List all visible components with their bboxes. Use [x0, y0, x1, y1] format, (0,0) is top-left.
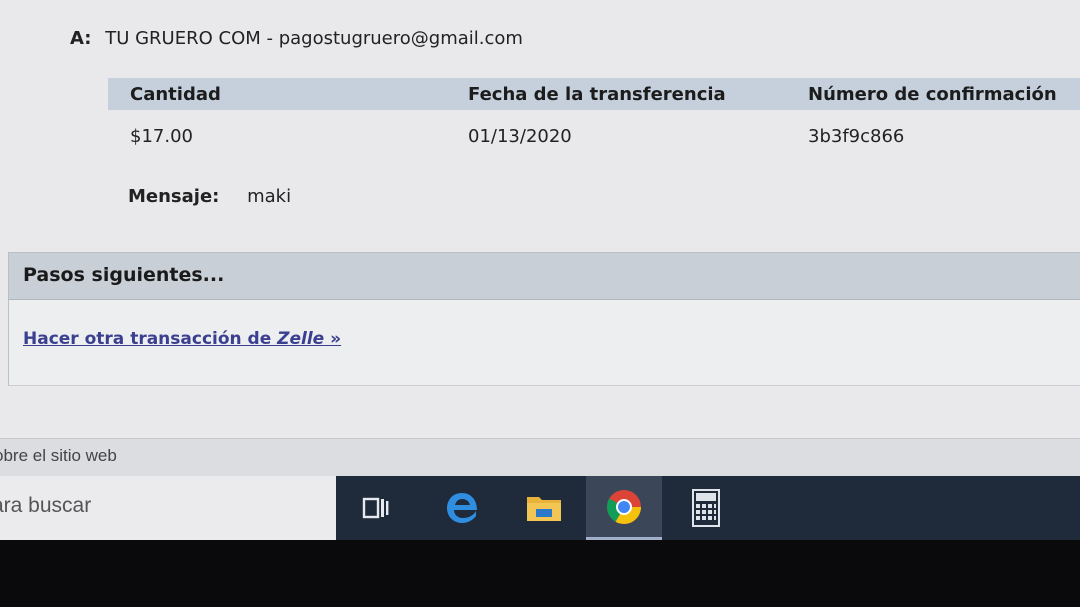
footer-bar: obre el sitio web	[0, 438, 1080, 477]
recipient-label: A:	[70, 28, 92, 49]
file-explorer-icon	[527, 497, 561, 521]
monitor-bezel	[0, 540, 1080, 607]
next-steps-panel: Pasos siguientes... Hacer otra transacci…	[8, 252, 1080, 386]
date-value: 01/13/2020	[468, 126, 572, 147]
taskbar-search-box[interactable]: ara buscar	[0, 476, 336, 540]
message-value: maki	[247, 186, 292, 207]
edge-icon	[447, 493, 477, 523]
another-zelle-transaction-link[interactable]: Hacer otra transacción de Zelle »	[23, 329, 341, 349]
column-header-amount: Cantidad	[130, 84, 221, 105]
message-label: Mensaje:	[128, 186, 220, 207]
next-steps-header: Pasos siguientes...	[9, 253, 1080, 300]
amount-value: $17.00	[130, 126, 193, 147]
next-steps-title: Pasos siguientes...	[23, 264, 225, 286]
chrome-icon	[607, 489, 641, 524]
transfer-table-header: Cantidad Fecha de la transferencia Númer…	[108, 78, 1080, 110]
calculator-button[interactable]	[668, 476, 744, 540]
taskbar-search-placeholder: ara buscar	[0, 494, 92, 517]
task-view-button[interactable]	[338, 476, 414, 540]
windows-taskbar: ara buscar	[0, 476, 1080, 540]
browser-content: A: TU GRUERO COM - pagostugruero@gmail.c…	[0, 0, 1080, 540]
link-text-suffix: »	[324, 329, 342, 349]
calculator-icon	[692, 489, 720, 527]
about-site-link[interactable]: obre el sitio web	[0, 446, 117, 466]
chrome-button[interactable]	[586, 476, 662, 540]
recipient-line: A: TU GRUERO COM - pagostugruero@gmail.c…	[70, 28, 523, 49]
column-header-confirmation: Número de confirmación	[808, 84, 1057, 105]
message-line: Mensaje: maki	[128, 186, 291, 207]
recipient-value: TU GRUERO COM - pagostugruero@gmail.com	[105, 28, 523, 49]
link-text-prefix: Hacer otra transacción de	[23, 329, 278, 349]
task-view-icon	[362, 497, 389, 519]
column-header-date: Fecha de la transferencia	[468, 84, 726, 105]
table-row: $17.00 01/13/2020 3b3f9c866	[108, 112, 1080, 162]
edge-button[interactable]	[424, 476, 500, 540]
file-explorer-button[interactable]	[506, 476, 582, 540]
confirmation-number: 3b3f9c866	[808, 126, 905, 147]
link-text-brand: Zelle	[277, 329, 325, 349]
